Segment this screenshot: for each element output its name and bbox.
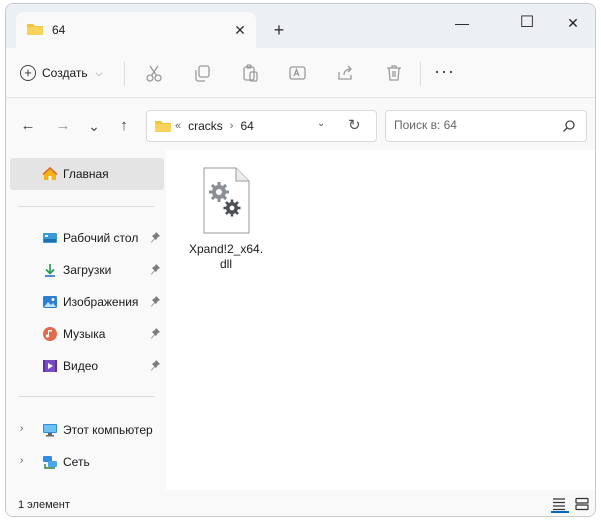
sidebar-item-label: Видео [63, 359, 99, 373]
details-view-icon[interactable] [551, 497, 569, 513]
forward-button[interactable]: → [53, 116, 73, 136]
sidebar-item-label: Загрузки [63, 263, 112, 277]
tab-close-button[interactable]: ✕ [230, 20, 250, 40]
sidebar-item-label: Главная [63, 167, 109, 181]
sidebar-item-this-pc[interactable]: › Этот компьютер [10, 414, 164, 446]
rename-icon[interactable] [288, 63, 308, 83]
search-input[interactable] [394, 118, 554, 132]
sidebar-item-music[interactable]: Музыка [10, 318, 164, 350]
sidebar-item-label: Рабочий стол [63, 231, 139, 245]
pin-icon[interactable] [149, 263, 161, 278]
command-bar: + Создать ⌵ ··· [6, 48, 595, 98]
tab-64[interactable]: 64 ✕ [16, 12, 256, 48]
home-icon [42, 166, 58, 182]
copy-icon[interactable] [192, 63, 212, 83]
back-button[interactable]: ← [18, 116, 38, 136]
pictures-icon [42, 294, 58, 310]
maximize-button[interactable]: ☐ [507, 10, 547, 36]
toolbar-divider [124, 62, 125, 86]
pin-icon[interactable] [149, 231, 161, 246]
sidebar-item-label: Изображения [63, 295, 139, 309]
file-list: Xpand!2_x64.dll [166, 150, 595, 490]
music-icon [42, 326, 58, 342]
search-box[interactable] [385, 110, 587, 142]
title-bar: 64 ✕ + — ☐ ✕ [6, 4, 595, 48]
folder-icon [154, 118, 172, 137]
create-button-label: Создать [42, 66, 88, 80]
paste-icon[interactable] [240, 63, 260, 83]
close-button[interactable]: ✕ [553, 10, 593, 36]
sidebar-item-network[interactable]: › Сеть [10, 446, 164, 478]
sidebar-divider [18, 206, 154, 207]
expand-chevron-icon[interactable]: › [20, 455, 23, 466]
share-icon[interactable] [336, 63, 356, 83]
sidebar-divider [18, 396, 154, 397]
recent-locations-button[interactable]: ⌄ [84, 116, 104, 136]
file-item[interactable]: Xpand!2_x64.dll [186, 166, 266, 272]
plus-icon: + [20, 65, 36, 81]
create-button[interactable]: + Создать ⌵ [20, 60, 102, 86]
up-button[interactable]: ↑ [114, 116, 134, 136]
sidebar-item-label: Сеть [63, 455, 90, 469]
breadcrumb-separator[interactable]: › [230, 120, 234, 132]
address-bar[interactable]: « cracks › 64 ⌄ ↻ [146, 110, 377, 142]
sidebar-item-home[interactable]: Главная [10, 158, 164, 190]
sidebar-item-desktop[interactable]: Рабочий стол [10, 222, 164, 254]
file-name: Xpand!2_x64.dll [188, 242, 264, 271]
downloads-icon [42, 262, 58, 278]
address-dropdown-button[interactable]: ⌄ [317, 118, 325, 129]
new-tab-button[interactable]: + [268, 19, 290, 41]
pin-icon[interactable] [149, 327, 161, 342]
cut-icon[interactable] [144, 63, 164, 83]
sidebar-item-video[interactable]: Видео [10, 350, 164, 382]
sidebar-item-downloads[interactable]: Загрузки [10, 254, 164, 286]
chevron-down-icon: ⌵ [95, 67, 103, 78]
breadcrumb: « cracks › 64 [175, 119, 254, 133]
sidebar-item-pictures[interactable]: Изображения [10, 286, 164, 318]
explorer-window: 64 ✕ + — ☐ ✕ + Создать ⌵ ··· ← → ⌄ ↑ « c… [5, 3, 596, 517]
dll-file-icon [186, 166, 266, 236]
pin-icon[interactable] [149, 359, 161, 374]
breadcrumb-overflow[interactable]: « [175, 120, 181, 132]
pin-icon[interactable] [149, 295, 161, 310]
more-options-button[interactable]: ··· [434, 62, 455, 80]
navigation-pane: Главная Рабочий стол Загрузки Изображени… [6, 150, 166, 490]
refresh-button[interactable]: ↻ [348, 116, 361, 134]
computer-icon [42, 422, 58, 438]
navigation-bar: ← → ⌄ ↑ « cracks › 64 ⌄ ↻ [6, 98, 595, 150]
video-icon [42, 358, 58, 374]
toolbar-divider [420, 62, 421, 86]
sidebar-item-label: Музыка [63, 327, 106, 341]
status-bar: 1 элемент [6, 492, 595, 516]
folder-icon [26, 21, 44, 40]
item-count: 1 элемент [18, 499, 70, 511]
tab-title: 64 [52, 23, 66, 37]
desktop-icon [42, 230, 58, 246]
tiles-view-icon[interactable] [574, 497, 592, 513]
sidebar-item-label: Этот компьютер [63, 423, 153, 437]
minimize-button[interactable]: — [442, 10, 482, 36]
search-icon[interactable] [562, 119, 576, 136]
breadcrumb-item-64[interactable]: 64 [240, 119, 253, 133]
network-icon [42, 454, 58, 470]
delete-icon[interactable] [384, 63, 404, 83]
expand-chevron-icon[interactable]: › [20, 423, 23, 434]
breadcrumb-item-cracks[interactable]: cracks [188, 119, 223, 133]
